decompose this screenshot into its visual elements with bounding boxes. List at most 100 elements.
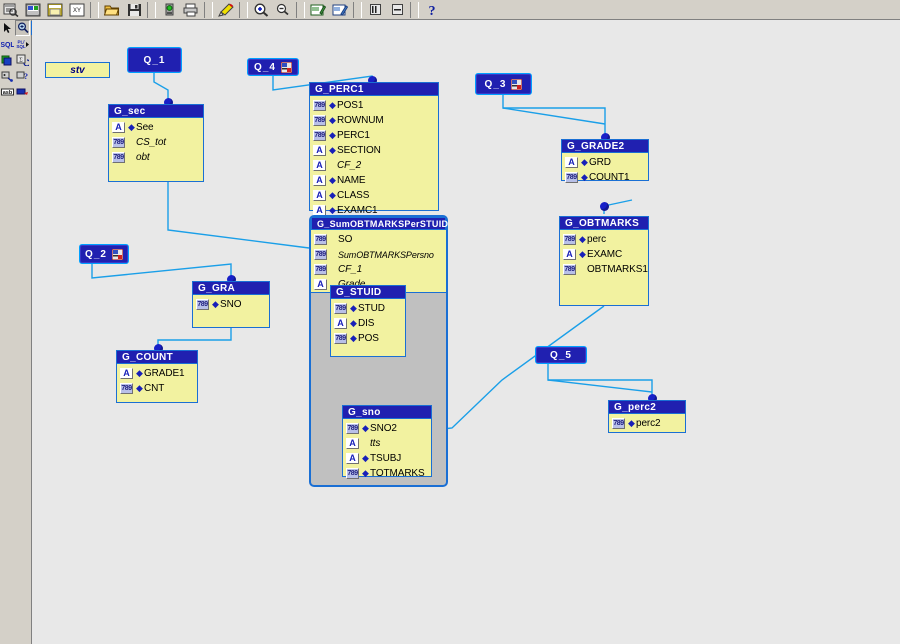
- field-row[interactable]: 789◆POS1: [310, 98, 438, 113]
- object-navigator-icon[interactable]: [1, 1, 21, 19]
- magnify-tool[interactable]: [15, 20, 30, 36]
- sql-badge-icon: [281, 62, 292, 73]
- group-tool[interactable]: [0, 52, 15, 68]
- char-type-icon: A: [563, 249, 576, 260]
- number-type-icon: 789: [120, 383, 133, 394]
- field-row[interactable]: 789◆STUD: [331, 301, 405, 316]
- group-g-count[interactable]: G_COUNT A◆GRADE1 789◆CNT: [116, 350, 198, 403]
- group-g-grade2[interactable]: G_GRADE2 A◆GRD 789◆COUNT1: [561, 139, 649, 181]
- query-q3[interactable]: Q_3: [475, 73, 532, 95]
- field-row[interactable]: 789◆PERC1: [310, 128, 438, 143]
- field-row[interactable]: A◆NAME: [310, 173, 438, 188]
- field-row[interactable]: A◆SECTION: [310, 143, 438, 158]
- connection-dot[interactable]: [600, 202, 609, 211]
- group-g-obtmarks[interactable]: G_OBTMARKS 789◆perc A◆EXAMC 789OBTMARKS1: [559, 216, 649, 306]
- zoom-in-icon[interactable]: [251, 1, 271, 19]
- number-type-icon: 789: [112, 137, 125, 148]
- parameter-form-icon[interactable]: XY: [67, 1, 87, 19]
- field-row[interactable]: 789 SO: [311, 232, 446, 247]
- data-model-icon[interactable]: [45, 1, 65, 19]
- field-row[interactable]: 789 CS_tot: [109, 135, 203, 150]
- query-q4[interactable]: Q_4: [247, 58, 299, 76]
- group-g-perc1[interactable]: G_PERC1 789◆POS1 789◆ROWNUM 789◆PERC1 A◆…: [309, 82, 439, 211]
- field-row[interactable]: 789◆SNO2: [343, 421, 431, 436]
- field-row[interactable]: A◆DIS: [331, 316, 405, 331]
- field-label: STUD: [358, 303, 385, 314]
- field-row[interactable]: 789 obt: [109, 150, 203, 165]
- group-g-sumobtmarksperstuid-title: G_SumOBTMARKSPerSTUID: [311, 217, 446, 230]
- query-q5-label: Q_5: [550, 350, 572, 361]
- print-icon[interactable]: [181, 1, 201, 19]
- field-row[interactable]: A◆CLASS: [310, 188, 438, 203]
- group-g-stuid[interactable]: G_STUID 789◆STUD A◆DIS 789◆POS: [330, 285, 406, 357]
- field-label: NAME: [337, 175, 366, 186]
- field-row[interactable]: 789SumOBTMARKSPersno: [311, 247, 446, 262]
- data-link-tool[interactable]: asb: [0, 84, 15, 100]
- expand-icon[interactable]: [365, 1, 385, 19]
- field-label: SO: [338, 234, 352, 245]
- field-label: OBTMARKS1: [587, 264, 648, 275]
- char-type-icon: A: [314, 279, 327, 290]
- formula-column-tool[interactable]: [0, 68, 15, 84]
- field-row[interactable]: 789◆ROWNUM: [310, 113, 438, 128]
- zoom-out-icon[interactable]: [273, 1, 293, 19]
- field-row[interactable]: 789◆COUNT1: [562, 170, 648, 185]
- toolbar-separator: [239, 2, 248, 18]
- param-stv[interactable]: stv: [45, 62, 110, 78]
- field-row[interactable]: 789◆TOTMARKS: [343, 466, 431, 481]
- summary-column-tool[interactable]: Σ: [15, 52, 30, 68]
- run-web-layout-icon[interactable]: [159, 1, 179, 19]
- field-row[interactable]: 789◆SNO: [193, 297, 269, 312]
- field-row[interactable]: A◆TSUBJ: [343, 451, 431, 466]
- field-row[interactable]: 789◆CNT: [117, 381, 197, 396]
- collapse-icon[interactable]: [387, 1, 407, 19]
- field-row[interactable]: A◆GRD: [562, 155, 648, 170]
- field-row[interactable]: A◆EXAMC: [560, 247, 648, 262]
- group-g-count-fields: A◆GRADE1 789◆CNT: [117, 364, 197, 396]
- query-q2-label: Q_2: [85, 249, 107, 260]
- field-row[interactable]: 789OBTMARKS1: [560, 262, 648, 277]
- group-g-sec[interactable]: G_sec A ◆ See 789 CS_tot 789 obt: [108, 104, 204, 182]
- query-q1[interactable]: Q_1: [127, 47, 182, 73]
- field-row[interactable]: 789CF_1: [311, 262, 446, 277]
- group-g-sno[interactable]: G_sno 789◆SNO2 Atts A◆TSUBJ 789◆TOTMARKS: [342, 405, 432, 477]
- group-g-count-title: G_COUNT: [117, 351, 197, 364]
- group-g-sno-title: G_sno: [343, 406, 431, 419]
- sql-query-tool[interactable]: SQL: [0, 36, 15, 52]
- break-order-icon: ◆: [328, 101, 337, 110]
- field-row[interactable]: 789◆POS: [331, 331, 405, 346]
- field-row[interactable]: 789◆perc2: [609, 416, 685, 431]
- field-row[interactable]: ACF_2: [310, 158, 438, 173]
- number-type-icon: 789: [314, 234, 327, 245]
- field-row[interactable]: A ◆ See: [109, 120, 203, 135]
- field-row[interactable]: 789◆perc: [560, 232, 648, 247]
- field-label: perc2: [636, 418, 661, 429]
- select-tool[interactable]: [0, 20, 15, 36]
- cross-product-tool[interactable]: [15, 84, 30, 100]
- toolbar-separator: [147, 2, 156, 18]
- number-type-icon: 789: [346, 468, 359, 479]
- break-order-icon: ◆: [328, 191, 337, 200]
- group-g-perc2[interactable]: G_perc2 789◆perc2: [608, 400, 686, 433]
- group-g-sec-title: G_sec: [109, 105, 203, 118]
- layout-model-icon[interactable]: [23, 1, 43, 19]
- group-g-gra[interactable]: G_GRA 789◆SNO: [192, 281, 270, 328]
- help-icon[interactable]: ?: [422, 1, 442, 19]
- break-order-icon: ◆: [135, 384, 144, 393]
- save-file-icon[interactable]: [124, 1, 144, 19]
- query-q5[interactable]: Q_5: [535, 346, 587, 364]
- data-model-canvas[interactable]: stv Q_1 Q_4 Q_3 Q_2 Q_5 G_sec A ◆ See: [32, 20, 900, 644]
- placeholder-column-tool[interactable]: ?: [15, 68, 30, 84]
- plsql-query-tool[interactable]: PL/ SQL: [15, 36, 30, 52]
- edit-properties-icon[interactable]: [308, 1, 328, 19]
- query-q3-label: Q_3: [485, 79, 507, 90]
- edit-pencil-icon[interactable]: [330, 1, 350, 19]
- highlighter-icon[interactable]: [216, 1, 236, 19]
- query-q2[interactable]: Q_2: [79, 244, 129, 264]
- char-type-icon: A: [313, 190, 326, 201]
- field-row[interactable]: A◆GRADE1: [117, 366, 197, 381]
- query-q1-label: Q_1: [144, 55, 166, 66]
- char-type-icon: A: [120, 368, 133, 379]
- open-file-icon[interactable]: [102, 1, 122, 19]
- field-row[interactable]: Atts: [343, 436, 431, 451]
